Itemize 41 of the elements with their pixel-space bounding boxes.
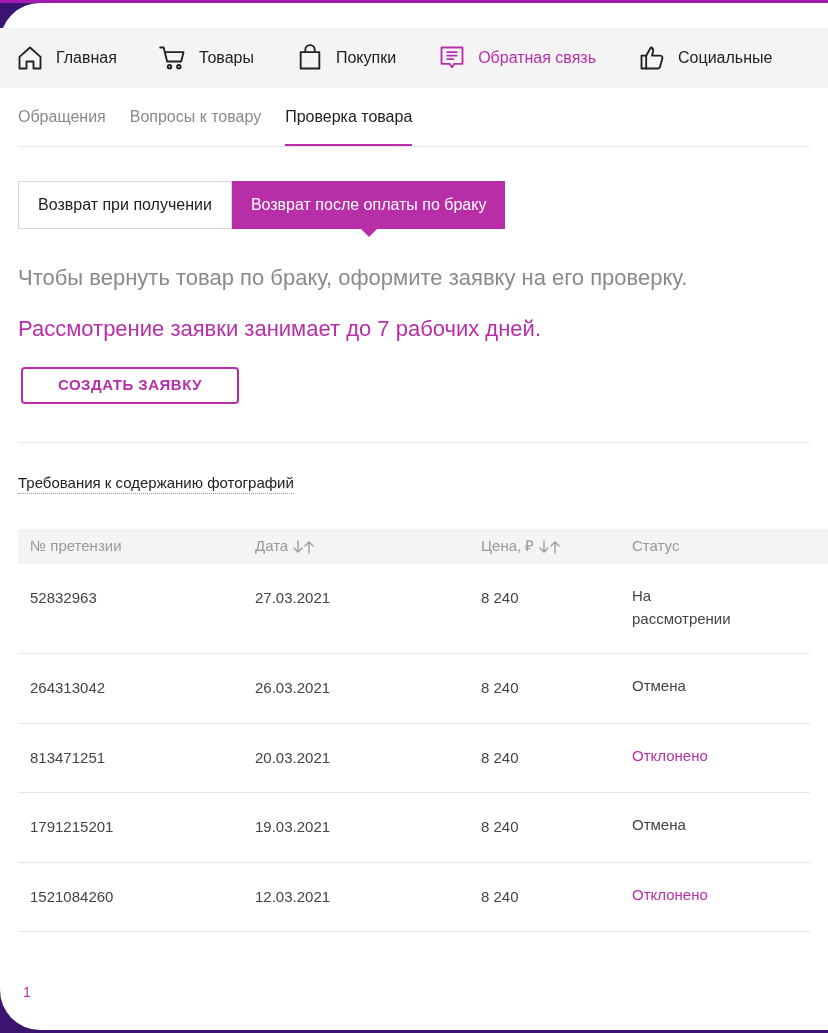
table-cell-text: 1791215201 (30, 817, 115, 837)
photo-requirements-link[interactable]: Требования к содержанию фотографий (18, 474, 294, 494)
sub-tab[interactable]: Обращения (18, 88, 106, 146)
sub-tab[interactable]: Вопросы к товару (129, 88, 262, 146)
nav-item[interactable]: Социальные (638, 44, 773, 72)
table-cell-text: 26.03.2021 (255, 678, 332, 698)
status-cell-text: На рассмотрении (632, 586, 732, 629)
table-cell-text: 1521084260 (30, 886, 115, 907)
create-request-button[interactable]: СОЗДАТЬ ЗАЯВКУ (21, 367, 239, 404)
nav-item[interactable]: Главная (16, 44, 117, 72)
nav-item[interactable]: Покупки (295, 44, 397, 72)
status-cell-text: Отмена (632, 676, 687, 696)
table-cell-text: 12.03.2021 (255, 886, 332, 907)
home-icon (16, 44, 44, 72)
status-cell-text: Отклонено (632, 745, 709, 766)
tab-pointer (360, 229, 377, 237)
table-cell-text: 8 240 (481, 817, 520, 837)
notice-text: Рассмотрение заявки занимает до 7 рабочих дней. (18, 315, 542, 343)
intro-text: Чтобы вернуть товар по браку, оформите заявку на его проверку. (18, 264, 689, 292)
table-cell-text: 52832963 (30, 588, 98, 608)
status-cell-text: Отмена (632, 815, 687, 835)
table-cell-text: 19.03.2021 (255, 817, 332, 837)
column-header: № претензии (30, 536, 122, 557)
table-cell-text: 8 240 (481, 886, 520, 907)
status-cell-text: Отклонено (632, 884, 709, 905)
table-cell-text: 8 240 (481, 747, 520, 768)
segment-tab[interactable]: Возврат при получении (18, 181, 232, 229)
column-header: Статус (632, 536, 680, 557)
sub-tab[interactable]: Проверка товара (285, 88, 413, 146)
table-cell-text: 27.03.2021 (255, 588, 332, 608)
table-cell-text: 264313042 (30, 678, 107, 698)
column-header[interactable]: Дата (255, 535, 289, 558)
table-cell-text: 8 240 (481, 678, 520, 698)
nav-item[interactable]: Товары (158, 44, 254, 72)
nav-item[interactable]: Обратная связь (438, 44, 597, 72)
cart-icon (158, 44, 187, 72)
page-link[interactable]: 1 (18, 982, 31, 1003)
table-cell-text: 813471251 (30, 747, 107, 768)
table-cell-text: 20.03.2021 (255, 747, 332, 768)
table-cell-text: 8 240 (481, 588, 520, 608)
column-header[interactable]: Цена, ₽ (481, 535, 535, 558)
